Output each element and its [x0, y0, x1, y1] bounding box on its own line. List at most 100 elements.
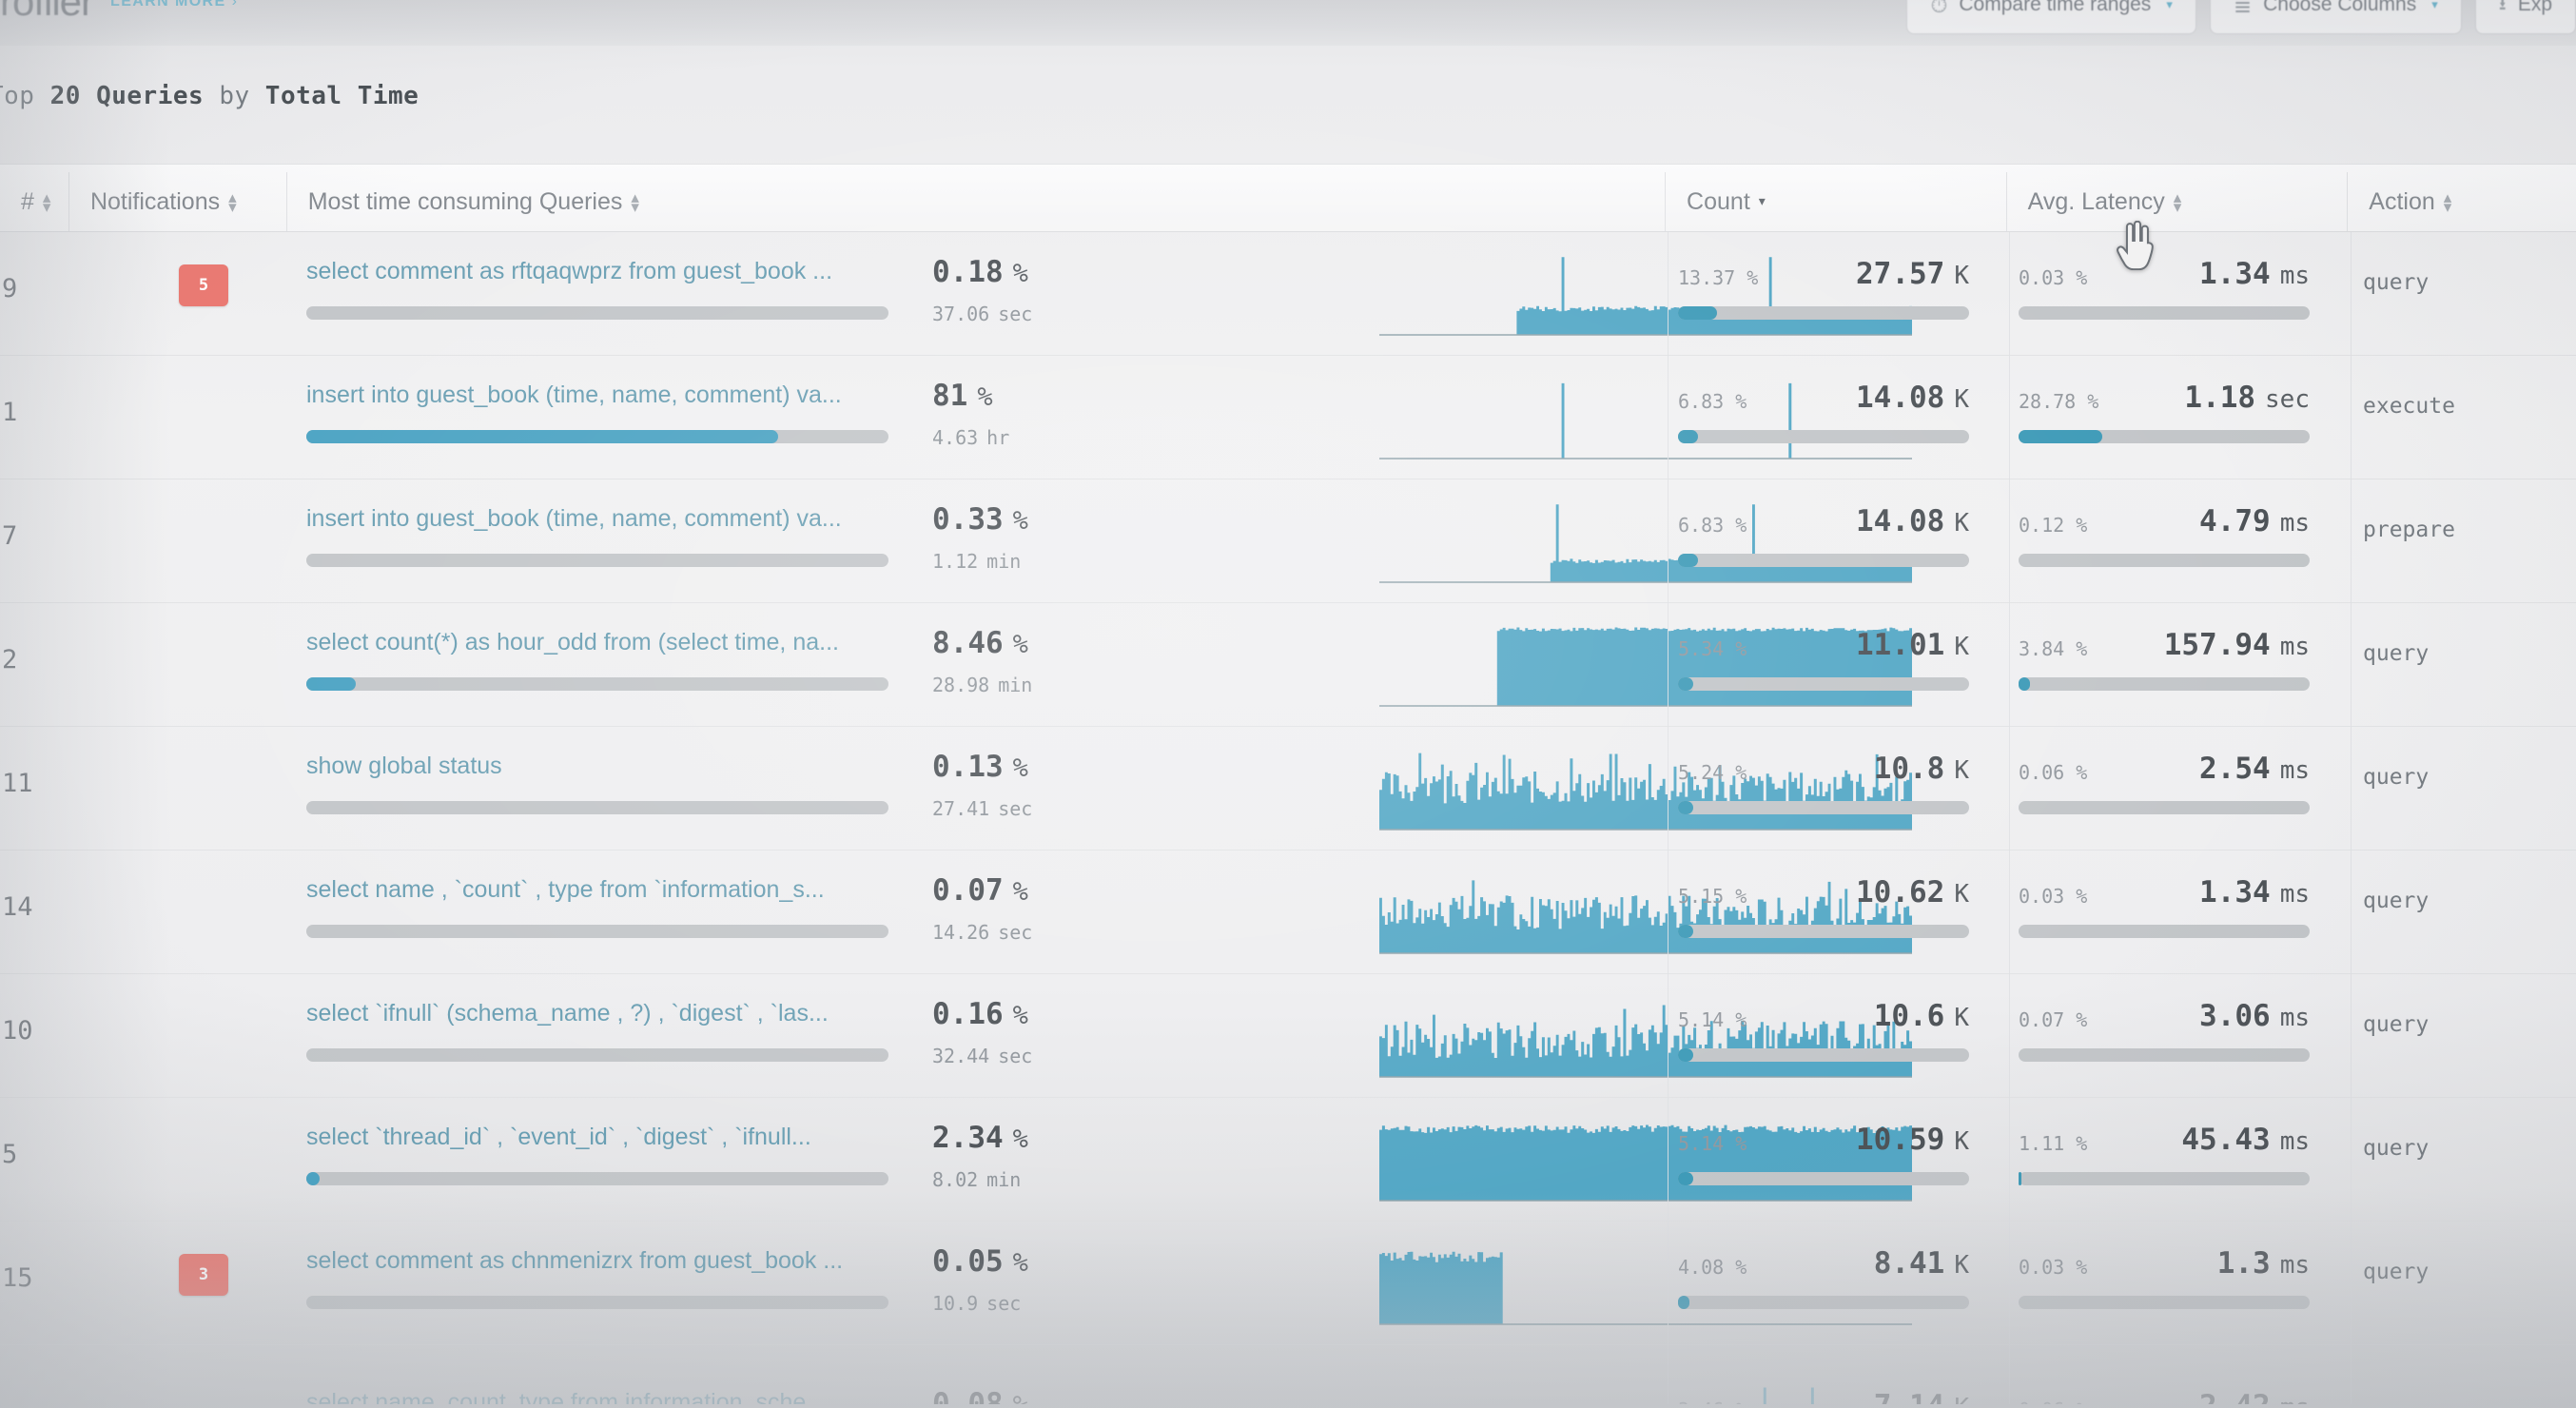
action-cell: query	[2346, 974, 2574, 1098]
total-time-unit: sec	[998, 303, 1033, 325]
sort-icon[interactable]: ▴ ▾	[228, 189, 237, 216]
latency-value: 1.34 ms	[2005, 875, 2310, 909]
latency-unit: ms	[2279, 509, 2310, 538]
latency-bar-track	[2019, 1172, 2310, 1185]
query-link[interactable]: show global status	[306, 753, 925, 780]
total-time-unit: min	[998, 674, 1033, 696]
column-header-queries[interactable]: Most time consuming Queries ▴ ▾	[287, 165, 1665, 231]
table-row[interactable]: 1 insert into guest_book (time, name, com…	[0, 356, 2576, 479]
column-header-avg-latency[interactable]: Avg. Latency ▴ ▾	[2007, 165, 2348, 231]
column-header-action[interactable]: Action ▴ ▾	[2348, 165, 2576, 231]
query-link[interactable]: select comment as rftqaqwprz from guest_…	[306, 258, 925, 285]
notification-badge[interactable]: 5	[179, 264, 228, 306]
total-time-percent-unit: %	[1012, 506, 1028, 536]
count-number: 8.41	[1873, 1246, 1945, 1281]
total-time-bar-fill	[306, 430, 778, 443]
total-time-percent: 0.07%	[932, 873, 1028, 908]
latency-value: 2.54 ms	[2005, 752, 2310, 786]
query-link[interactable]: select `ifnull` (schema_name , ?) , `dig…	[306, 1000, 925, 1027]
total-time-percent: 0.08%	[932, 1387, 1028, 1404]
count-bar-fill	[1678, 925, 1693, 938]
row-index-cell: 7	[0, 479, 68, 603]
latency-bar-track	[2019, 925, 2310, 938]
count-value: 8.41 K	[1665, 1246, 1969, 1281]
column-divider	[1668, 232, 1669, 1404]
table-row[interactable]: select name, count, type from informatio…	[0, 1345, 2576, 1404]
row-index: 2	[2, 645, 18, 675]
learn-more-link[interactable]: LEARN MORE ›	[110, 0, 238, 10]
notifications-cell	[68, 479, 285, 603]
action-cell: query	[2346, 727, 2574, 851]
column-header-num[interactable]: # ▴ ▾	[0, 165, 68, 231]
column-header-notifications[interactable]: Notifications ▴ ▾	[69, 165, 286, 231]
row-index-cell	[0, 1345, 68, 1404]
table-row[interactable]: 15 3 select comment as chnmenizrx from gue…	[0, 1222, 2576, 1345]
avg-latency-cell: 28.78 % 1.18 sec	[2005, 356, 2346, 479]
notifications-cell	[68, 1098, 285, 1222]
query-link[interactable]: insert into guest_book (time, name, comm…	[306, 505, 925, 533]
table-row[interactable]: 9 5 select comment as rftqaqwprz from gues…	[0, 232, 2576, 356]
table-row[interactable]: 7 insert into guest_book (time, name, com…	[0, 479, 2576, 603]
count-value: 27.57 K	[1665, 257, 1969, 291]
count-unit: K	[1954, 509, 1969, 538]
latency-number: 1.34	[2199, 257, 2271, 291]
count-bar-track	[1678, 1296, 1969, 1309]
total-time-value: 37.06 sec	[932, 303, 1032, 325]
total-time-percent: 0.16%	[932, 997, 1028, 1031]
action-label: query	[2363, 1136, 2430, 1161]
count-unit: K	[1954, 1251, 1969, 1280]
notifications-cell: 3	[68, 1222, 285, 1345]
count-bar-fill	[1678, 677, 1694, 691]
count-value: 10.62 K	[1665, 875, 1969, 909]
query-link[interactable]: select name, count, type from informatio…	[306, 1389, 925, 1404]
table-row[interactable]: 10 select `ifnull` (schema_name , ?) , `d…	[0, 974, 2576, 1098]
count-number: 14.08	[1856, 381, 1945, 415]
total-time-value: 1.12 min	[932, 550, 1021, 573]
row-index: 9	[2, 274, 18, 303]
query-cell: insert into guest_book (time, name, comm…	[285, 356, 1912, 479]
count-number: 11.01	[1856, 628, 1945, 662]
count-bar-track	[1678, 1172, 1969, 1185]
query-link[interactable]: select name , `count` , type from `infor…	[306, 876, 925, 904]
table-row[interactable]: 11 show global status 0.13% 27.41 sec 5.24 % 1…	[0, 727, 2576, 851]
sort-icon[interactable]: ▴ ▾	[43, 189, 51, 216]
notifications-cell	[68, 603, 285, 727]
sort-icon[interactable]: ▴ ▾	[2174, 189, 2182, 216]
query-link[interactable]: select comment as chnmenizrx from guest_…	[306, 1247, 925, 1275]
latency-unit: ms	[2279, 262, 2310, 290]
count-unit: K	[1954, 756, 1969, 785]
notification-badge[interactable]: 3	[179, 1254, 228, 1296]
table-row[interactable]: 14 select name , `count` , type from `inf…	[0, 851, 2576, 974]
query-link[interactable]: select count(*) as hour_odd from (select…	[306, 629, 925, 656]
chevron-down-icon[interactable]: ▾	[1759, 193, 1766, 216]
subtitle-entity: Queries	[96, 82, 205, 110]
sort-icon[interactable]: ▴ ▾	[631, 189, 639, 216]
total-time-percent: 8.46%	[932, 626, 1028, 660]
total-time-unit: sec	[998, 921, 1033, 944]
total-time-percent-value: 0.18	[932, 255, 1004, 289]
column-header-count[interactable]: Count ▾	[1666, 165, 2006, 231]
export-button[interactable]: ⭳ Exp	[2474, 0, 2576, 34]
total-time-number: 28.98	[932, 674, 990, 696]
action-label: query	[2363, 641, 2430, 666]
latency-value: 157.94 ms	[2005, 628, 2310, 662]
total-time-percent-unit: %	[1012, 877, 1028, 907]
notifications-cell	[68, 356, 285, 479]
compare-time-ranges-button[interactable]: ⏱ Compare time ranges ▾	[1906, 0, 2196, 34]
choose-columns-button[interactable]: ≣ Choose Columns ▾	[2209, 0, 2462, 34]
total-time-value: 32.44 sec	[932, 1045, 1032, 1067]
query-link[interactable]: insert into guest_book (time, name, comm…	[306, 381, 925, 409]
latency-bar-track	[2019, 1296, 2310, 1309]
query-cell: select name, count, type from informatio…	[285, 1345, 1814, 1404]
sort-icon[interactable]: ▴ ▾	[2444, 189, 2452, 216]
table-row[interactable]: 5 select `thread_id` , `event_id` , `dige…	[0, 1098, 2576, 1222]
table-row[interactable]: 2 select count(*) as hour_odd from (selec…	[0, 603, 2576, 727]
query-link[interactable]: select `thread_id` , `event_id` , `diges…	[306, 1124, 925, 1151]
latency-number: 1.3	[2216, 1246, 2271, 1281]
latency-unit: ms	[2279, 1127, 2310, 1156]
brand-title: rofiler	[0, 0, 94, 24]
total-time-bar-track	[306, 1048, 888, 1062]
avg-latency-cell: 0.03 % 1.3 ms	[2005, 1222, 2346, 1345]
latency-number: 45.43	[2181, 1123, 2271, 1157]
action-cell: query	[2346, 232, 2574, 356]
